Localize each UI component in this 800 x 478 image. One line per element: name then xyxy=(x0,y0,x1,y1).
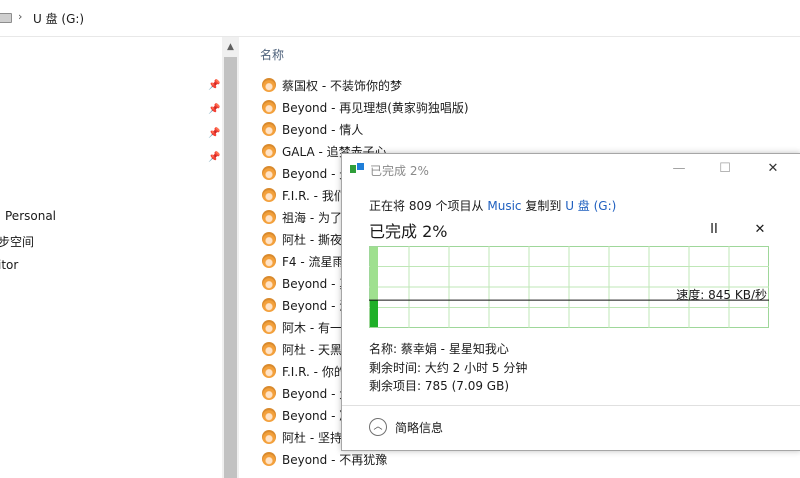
list-item[interactable]: Beyond - 冷 xyxy=(262,404,351,426)
pin-icon: 📌 xyxy=(208,128,221,139)
pin-icon: 📌 xyxy=(208,152,221,163)
time-remaining: 剩余时间: 大约 2 小时 5 分钟 xyxy=(369,361,528,375)
list-item[interactable]: Beyond - 大 xyxy=(262,382,351,404)
column-header-name[interactable]: 名称 xyxy=(260,46,284,63)
address-bar[interactable]: › U 盘 (G:) xyxy=(0,0,800,37)
music-file-icon xyxy=(262,232,276,246)
file-name: 阿木 - 有一 xyxy=(282,320,342,335)
file-name: 阿杜 - 撕夜 xyxy=(282,232,342,247)
file-name: F.I.R. - 你的 xyxy=(282,364,346,379)
file-name: Beyond - 情人 xyxy=(282,122,364,137)
file-name: 阿杜 - 坚持 xyxy=(282,430,342,445)
music-file-icon xyxy=(262,210,276,224)
speed-label: 速度: 845 KB/秒 xyxy=(676,288,767,302)
list-item[interactable]: F.I.R. - 我们 xyxy=(262,184,346,206)
drive-icon xyxy=(0,13,12,23)
nav-item-sync-space[interactable]: 步空间 xyxy=(0,233,34,250)
file-name: F4 - 流星雨 xyxy=(282,254,345,269)
nav-item-monitor[interactable]: itor xyxy=(0,258,18,272)
navigation-pane: 📌 📌 📌 📌 Personal 步空间 itor xyxy=(0,37,222,478)
music-file-icon xyxy=(262,364,276,378)
copy-progress-dialog: 已完成 2% — ☐ ✕ 正在将 809 个项目从 Music 复制到 U 盘 … xyxy=(341,153,800,451)
list-item[interactable]: Beyond - 情人 xyxy=(262,118,363,140)
list-item[interactable]: 阿杜 - 坚持 xyxy=(262,426,342,448)
nav-item-personal[interactable]: Personal xyxy=(5,209,56,223)
pin-icon: 📌 xyxy=(208,80,221,91)
music-file-icon xyxy=(262,276,276,290)
minimize-button[interactable]: — xyxy=(656,154,702,184)
music-file-icon xyxy=(262,122,276,136)
list-item[interactable]: F4 - 流星雨 xyxy=(262,250,345,272)
music-file-icon xyxy=(262,452,276,466)
music-file-icon xyxy=(262,298,276,312)
divider xyxy=(342,405,800,406)
music-file-icon xyxy=(262,320,276,334)
breadcrumb[interactable]: U 盘 (G:) xyxy=(33,10,84,27)
file-name: Beyond - 再见理想(黄家驹独唱版) xyxy=(282,100,469,115)
current-file-name: 名称: 蔡幸娟 - 星星知我心 xyxy=(369,342,509,356)
music-file-icon xyxy=(262,144,276,158)
file-name: 蔡国权 - 不装饰你的梦 xyxy=(282,78,402,93)
dialog-title: 已完成 2% xyxy=(370,164,429,178)
maximize-button[interactable]: ☐ xyxy=(702,154,748,184)
fewer-details-label: 简略信息 xyxy=(395,420,444,435)
pin-icon: 📌 xyxy=(208,104,221,115)
speed-bar xyxy=(370,300,378,327)
copy-prefix: 正在将 809 个项目从 xyxy=(369,199,484,213)
list-item[interactable]: 阿杜 - 撕夜 xyxy=(262,228,342,250)
list-item[interactable]: Beyond - 海 xyxy=(262,294,351,316)
chevron-right-icon: › xyxy=(18,10,23,23)
copy-middle: 复制到 xyxy=(525,199,562,213)
scroll-thumb[interactable] xyxy=(224,57,237,478)
destination-link[interactable]: U 盘 (G:) xyxy=(565,199,616,213)
music-file-icon xyxy=(262,100,276,114)
file-name: 阿杜 - 天黑 xyxy=(282,342,342,357)
pause-button[interactable]: II xyxy=(704,220,724,240)
copy-description: 正在将 809 个项目从 Music 复制到 U 盘 (G:) xyxy=(369,197,616,214)
music-file-icon xyxy=(262,430,276,444)
chevron-up-icon: ︿ xyxy=(369,418,387,436)
list-item[interactable]: F.I.R. - 你的 xyxy=(262,360,346,382)
list-item[interactable]: Beyond - 真 xyxy=(262,272,351,294)
list-item[interactable]: 祖海 - 为了 xyxy=(262,206,342,228)
scroll-up-icon[interactable]: ▲ xyxy=(222,37,239,54)
cancel-button[interactable]: ✕ xyxy=(750,220,770,240)
list-item[interactable]: Beyond - 光 xyxy=(262,162,351,184)
list-item[interactable]: 蔡国权 - 不装饰你的梦 xyxy=(262,74,402,96)
music-file-icon xyxy=(262,188,276,202)
music-file-icon xyxy=(262,408,276,422)
list-item[interactable]: Beyond - 不再犹豫 xyxy=(262,448,387,470)
list-item[interactable]: 阿杜 - 天黑 xyxy=(262,338,342,360)
file-name: Beyond - 不再犹豫 xyxy=(282,452,388,467)
list-item[interactable]: Beyond - 再见理想(黄家驹独唱版) xyxy=(262,96,469,118)
music-file-icon xyxy=(262,386,276,400)
source-link[interactable]: Music xyxy=(487,199,521,213)
nav-scrollbar[interactable]: ▲ xyxy=(222,37,239,478)
items-remaining: 剩余项目: 785 (7.09 GB) xyxy=(369,379,510,393)
music-file-icon xyxy=(262,78,276,92)
copy-icon xyxy=(350,163,364,175)
progress-status: 已完成 2% xyxy=(369,222,448,241)
music-file-icon xyxy=(262,166,276,180)
file-name: F.I.R. - 我们 xyxy=(282,188,346,203)
dialog-titlebar[interactable]: 已完成 2% — ☐ ✕ xyxy=(342,154,800,186)
music-file-icon xyxy=(262,254,276,268)
list-item[interactable]: 阿木 - 有一 xyxy=(262,316,342,338)
music-file-icon xyxy=(262,342,276,356)
close-button[interactable]: ✕ xyxy=(750,154,796,184)
fewer-details-button[interactable]: ︿ 简略信息 xyxy=(369,416,443,438)
file-name: 祖海 - 为了 xyxy=(282,210,342,225)
